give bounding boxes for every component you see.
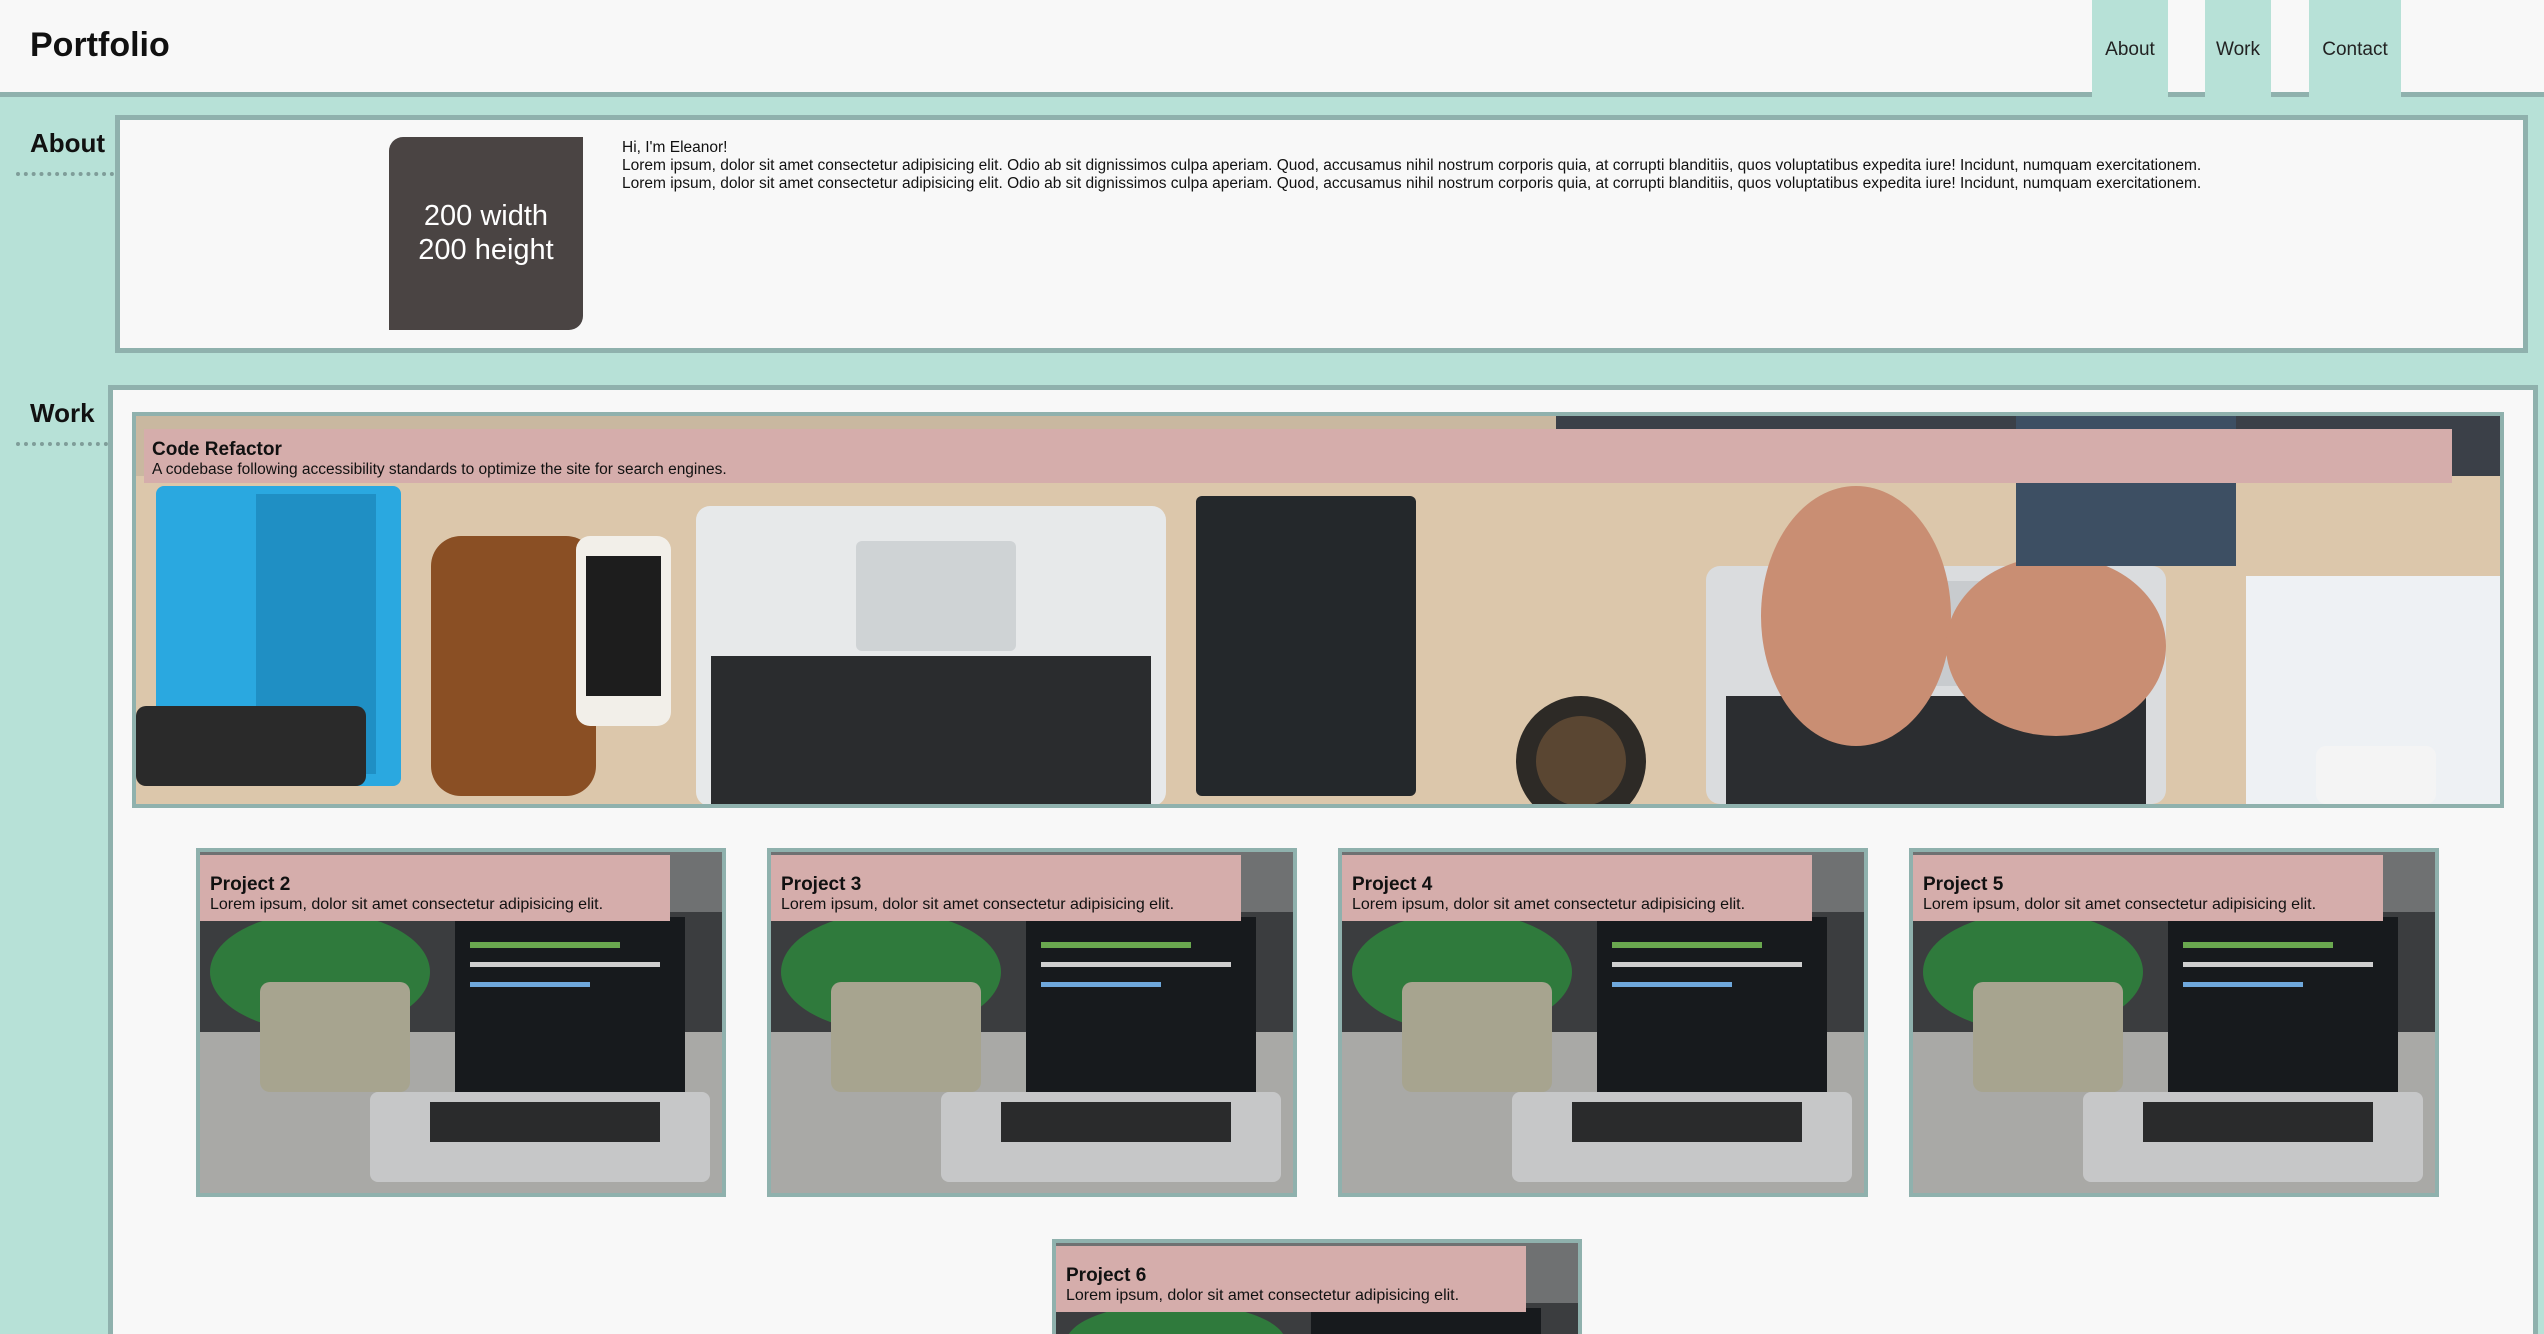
placeholder-width-text: 200 width <box>423 200 549 233</box>
project-caption: Project 2 Lorem ipsum, dolor sit amet co… <box>200 855 670 921</box>
featured-project-description: A codebase following accessibility stand… <box>152 461 727 478</box>
work-heading-divider <box>16 442 108 446</box>
nav-tab-work[interactable]: Work <box>2205 0 2271 100</box>
about-heading: About <box>30 128 106 158</box>
featured-project-caption: Code Refactor A codebase following acces… <box>144 429 2452 483</box>
project-description: Lorem ipsum, dolor sit amet consectetur … <box>781 896 1175 913</box>
featured-project-title: Code Refactor <box>152 439 282 460</box>
project-caption: Project 3 Lorem ipsum, dolor sit amet co… <box>771 855 1241 921</box>
project-description: Lorem ipsum, dolor sit amet consectetur … <box>1923 896 2317 913</box>
about-heading-divider <box>16 172 114 176</box>
project-title: Project 6 <box>1066 1265 1147 1286</box>
project-title: Project 5 <box>1923 874 2004 895</box>
project-caption: Project 6 Lorem ipsum, dolor sit amet co… <box>1056 1246 1526 1312</box>
profile-image-placeholder: 200 width 200 height <box>389 137 583 330</box>
about-text-block: Hi, I'm Eleanor! Lorem ipsum, dolor sit … <box>622 139 2522 193</box>
project-description: Lorem ipsum, dolor sit amet consectetur … <box>1066 1287 1460 1304</box>
project-description: Lorem ipsum, dolor sit amet consectetur … <box>1352 896 1746 913</box>
project-card-2[interactable]: Project 2 Lorem ipsum, dolor sit amet co… <box>196 848 726 1197</box>
project-caption: Project 4 Lorem ipsum, dolor sit amet co… <box>1342 855 1812 921</box>
nav-tab-about[interactable]: About <box>2092 0 2168 100</box>
project-title: Project 2 <box>210 874 291 895</box>
project-description: Lorem ipsum, dolor sit amet consectetur … <box>210 896 604 913</box>
project-title: Project 4 <box>1352 874 1433 895</box>
project-card-4[interactable]: Project 4 Lorem ipsum, dolor sit amet co… <box>1338 848 1868 1197</box>
about-greeting: Hi, I'm Eleanor! <box>622 139 728 156</box>
project-card-6[interactable]: Project 6 Lorem ipsum, dolor sit amet co… <box>1052 1239 1582 1334</box>
about-paragraph-1: Lorem ipsum, dolor sit amet consectetur … <box>622 157 2202 174</box>
nav-tab-contact[interactable]: Contact <box>2309 0 2401 100</box>
about-paragraph-2: Lorem ipsum, dolor sit amet consectetur … <box>622 175 2202 192</box>
project-title: Project 3 <box>781 874 862 895</box>
project-card-3[interactable]: Project 3 Lorem ipsum, dolor sit amet co… <box>767 848 1297 1197</box>
work-heading: Work <box>30 398 95 428</box>
placeholder-height-text: 200 height <box>418 233 554 266</box>
site-logo[interactable]: Portfolio <box>30 26 170 65</box>
project-caption: Project 5 Lorem ipsum, dolor sit amet co… <box>1913 855 2383 921</box>
featured-project-card[interactable]: Code Refactor A codebase following acces… <box>132 412 2504 808</box>
project-card-5[interactable]: Project 5 Lorem ipsum, dolor sit amet co… <box>1909 848 2439 1197</box>
